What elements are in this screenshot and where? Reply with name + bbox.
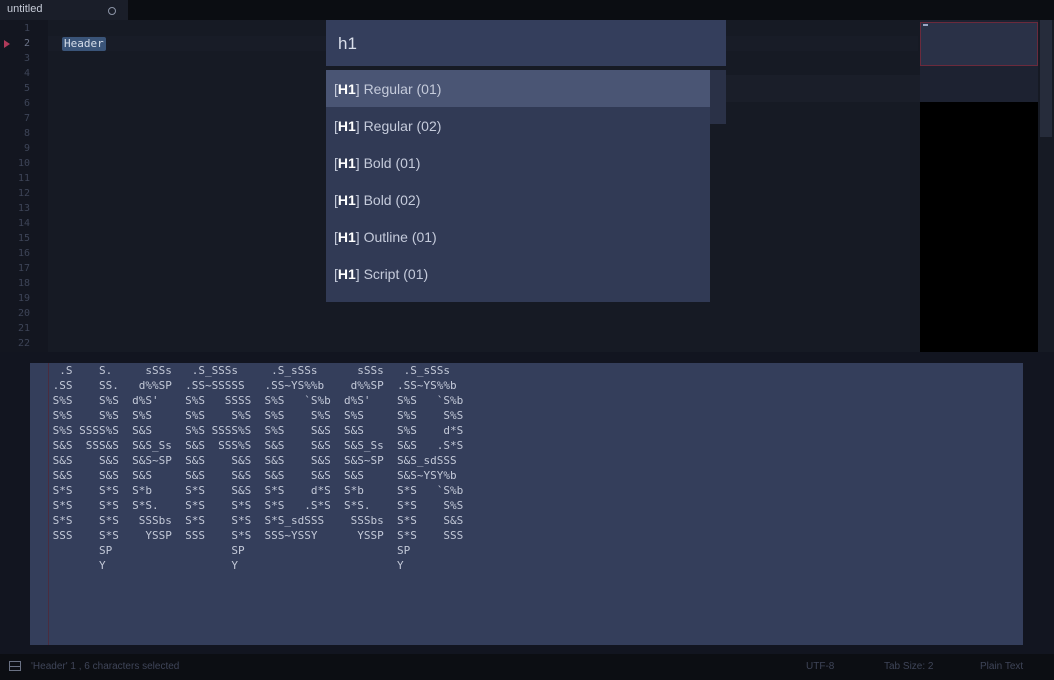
selected-text[interactable]: Header [62,37,106,51]
palette-scrollbar[interactable] [710,70,726,124]
line-number: 2 [23,38,30,49]
palette-item[interactable]: [H1] Script (01) [326,255,710,292]
palette-item[interactable]: [H1] Bold (02) [326,181,710,218]
palette-item-label: [H1] Regular (02) [334,118,442,134]
line-number: 22 [17,338,30,349]
palette-item-label: [H1] Bold (02) [334,192,421,208]
line-number: 5 [23,83,30,94]
line-number: 10 [17,158,30,169]
status-encoding[interactable]: UTF-8 [806,661,834,672]
line-number: 16 [17,248,30,259]
line-number: 19 [17,293,30,304]
tab-title: untitled [7,3,43,15]
line-number: 21 [17,323,30,334]
line-number: 15 [17,233,30,244]
line-number: 7 [23,113,30,124]
palette-query: h1 [338,34,357,53]
line-number: 13 [17,203,30,214]
status-bar: 'Header' 1 , 6 characters selected UTF-8… [0,654,1054,680]
line-number: 14 [17,218,30,229]
status-selection: 'Header' 1 , 6 characters selected [31,661,180,672]
ascii-art-output: .S S. sSSs .S_SSSs .S_sSSs sSSs .S_sSSs … [52,364,464,572]
line-number: 17 [17,263,30,274]
tab-untitled[interactable]: untitled [0,0,128,20]
palette-item-label: [H1] Regular (01) [334,81,442,97]
unsaved-indicator-icon[interactable] [108,7,116,15]
panel-toggle-icon[interactable] [9,661,21,671]
minimap-text-preview [923,24,928,26]
line-number: 6 [23,98,30,109]
palette-item[interactable]: [H1] Regular (01) [326,70,710,107]
line-number: 8 [23,128,30,139]
palette-results-list: [H1] Regular (01) [H1] Regular (02) [H1] B… [326,70,710,302]
palette-search-input[interactable]: h1 [326,20,726,66]
palette-item-label: [H1] Bold (01) [334,155,421,171]
line-number: 1 [23,23,30,34]
status-tab-size[interactable]: Tab Size: 2 [884,661,933,672]
line-number: 12 [17,188,30,199]
minimap-viewport[interactable] [920,22,1038,66]
palette-item-label: [H1] Script (01) [334,266,429,282]
tab-bar: untitled [0,0,1054,20]
palette-item[interactable]: [H1] Outline (01) [326,218,710,255]
line-number: 18 [17,278,30,289]
palette-item[interactable]: [H1] Regular (02) [326,107,710,144]
line-number: 20 [17,308,30,319]
line-number: 11 [17,173,30,184]
line-number: 3 [23,53,30,64]
palette-item[interactable]: [H1] Bold (01) [326,144,710,181]
palette-item-label: [H1] Outline (01) [334,229,437,245]
line-number: 9 [23,143,30,154]
status-syntax[interactable]: Plain Text [980,661,1023,672]
line-number: 4 [23,68,30,79]
line-gutter: 1 2 3 4 5 6 7 8 9 10 11 12 13 14 15 16 17 18 19 20 21 22 [0,20,48,352]
editor-band [710,75,920,102]
editor-scroll-thumb[interactable] [1040,20,1052,137]
